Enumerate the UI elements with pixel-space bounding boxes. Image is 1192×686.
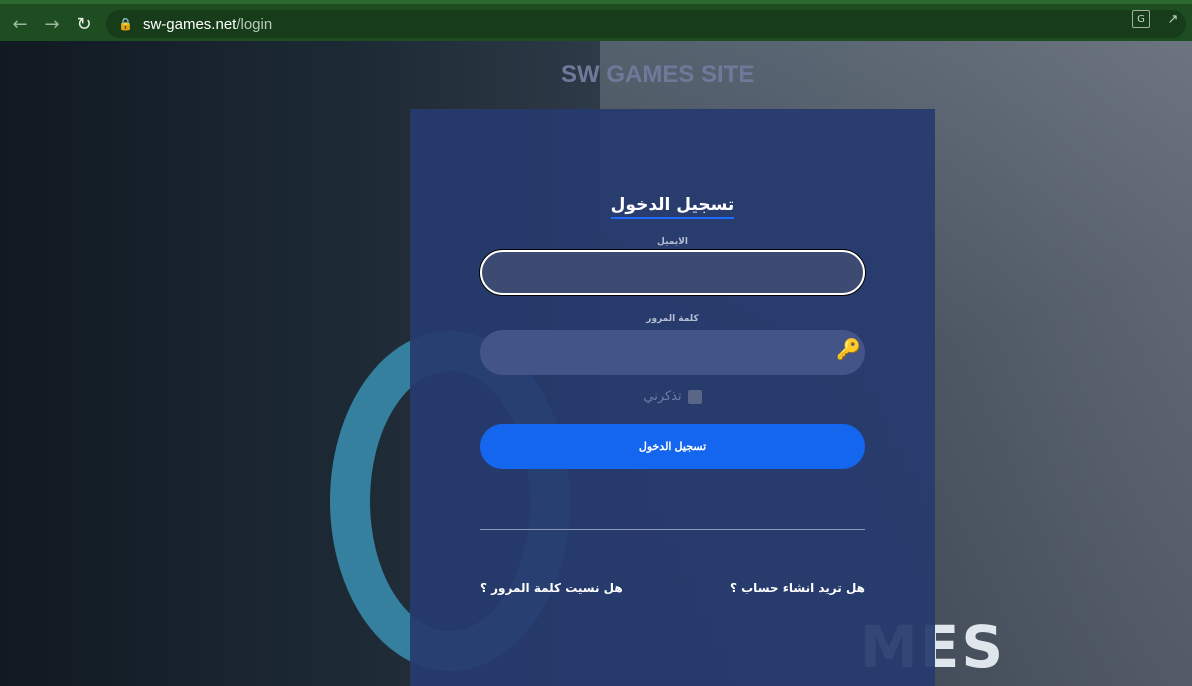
password-label: كلمة المرور — [646, 314, 699, 324]
lock-icon: 🔒 — [118, 17, 133, 31]
divider — [480, 529, 865, 530]
url-host: sw-games.net — [142, 15, 237, 33]
password-input[interactable] — [480, 330, 865, 375]
login-heading-text: تسجيل الدخول — [610, 195, 735, 219]
translate-icon[interactable]: G — [1132, 10, 1150, 28]
forward-arrow-icon[interactable]: → — [40, 12, 64, 36]
reload-icon[interactable]: ↻ — [72, 12, 96, 36]
remember-label: تذكرني — [643, 389, 682, 404]
back-arrow-icon[interactable]: ← — [8, 12, 32, 36]
key-icon: 🔑 — [836, 337, 861, 361]
login-heading: تسجيل الدخول — [410, 195, 935, 219]
browser-toolbar: ← → ↻ 🔒 sw-games.net/login G ↗ — [0, 0, 1192, 41]
register-link[interactable]: هل تريد انشاء حساب ؟ — [730, 581, 865, 595]
url-path: /login — [236, 15, 273, 33]
site-title: SW GAMES SITE — [561, 61, 755, 88]
remember-checkbox[interactable] — [687, 389, 702, 404]
forgot-password-link[interactable]: هل نسيت كلمة المرور ؟ — [480, 581, 623, 595]
share-icon[interactable]: ↗ — [1164, 10, 1182, 28]
email-label: الايميل — [657, 237, 688, 247]
page-background: MES SW GAMES SITE تسجيل الدخول الايميل ك… — [0, 41, 1192, 686]
remember-me[interactable]: تذكرني — [410, 389, 935, 404]
email-input[interactable] — [480, 250, 865, 295]
address-bar[interactable]: 🔒 sw-games.net/login — [106, 10, 1186, 38]
login-card: تسجيل الدخول الايميل كلمة المرور 🔑 تذكرن… — [410, 109, 935, 686]
login-button[interactable]: تسجيل الدخول — [480, 424, 865, 469]
